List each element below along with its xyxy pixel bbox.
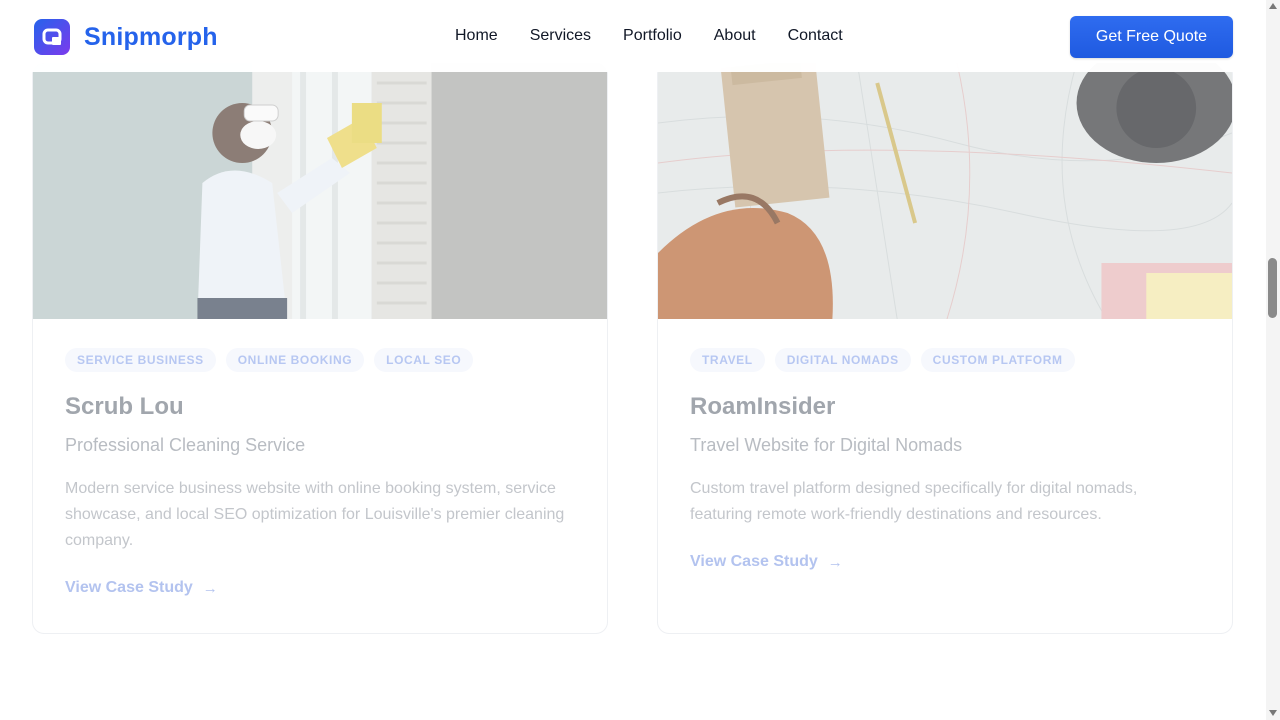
tag: LOCAL SEO [374,348,474,372]
nav-home[interactable]: Home [455,26,498,46]
scroll-up-icon[interactable] [1269,3,1277,9]
nav-contact[interactable]: Contact [788,26,843,46]
link-label: View Case Study [65,579,193,596]
tag: TRAVEL [690,348,765,372]
card-description: Modern service business website with onl… [65,480,565,549]
tag: ONLINE BOOKING [225,348,365,372]
card-subtitle: Travel Website for Digital Nomads [690,435,963,455]
scrollbar-thumb[interactable] [1268,258,1277,318]
card-subtitle: Professional Cleaning Service [65,435,306,455]
card-title: RoamInsider [690,393,836,420]
nav-about[interactable]: About [714,26,756,46]
brand-logo-link[interactable]: Snipmorph [34,19,218,55]
tag-list: TRAVEL DIGITAL NOMADS CUSTOM PLATFORM [690,348,1075,372]
view-case-study-link[interactable]: View Case Study → [65,579,218,597]
card-title: Scrub Lou [65,393,184,420]
link-label: View Case Study [690,553,818,570]
view-case-study-link[interactable]: View Case Study → [690,553,843,571]
card-description: Custom travel platform designed specific… [690,480,1138,523]
portfolio-card-scrub-lou: SERVICE BUSINESS ONLINE BOOKING LOCAL SE… [32,62,608,634]
get-free-quote-button[interactable]: Get Free Quote [1070,16,1233,58]
nav-portfolio[interactable]: Portfolio [623,26,682,46]
portfolio-card-roaminsider: TRAVEL DIGITAL NOMADS CUSTOM PLATFORM Ro… [657,62,1233,634]
nav-services[interactable]: Services [530,26,591,46]
brand-name: Snipmorph [84,22,218,51]
cleaning-photo [33,63,607,319]
tag-list: SERVICE BUSINESS ONLINE BOOKING LOCAL SE… [65,348,474,372]
arrow-right-icon: → [827,553,843,571]
arrow-right-icon: → [202,579,218,597]
scroll-down-icon[interactable] [1269,710,1277,716]
page-scrollbar[interactable] [1266,0,1280,720]
brand-logo-icon [34,19,70,55]
tag: CUSTOM PLATFORM [920,348,1075,372]
site-header: Snipmorph Home Services Portfolio About … [0,0,1266,72]
travel-map-photo [658,63,1232,319]
tag: SERVICE BUSINESS [65,348,216,372]
tag: DIGITAL NOMADS [774,348,911,372]
main-nav: Home Services Portfolio About Contact [455,26,843,46]
